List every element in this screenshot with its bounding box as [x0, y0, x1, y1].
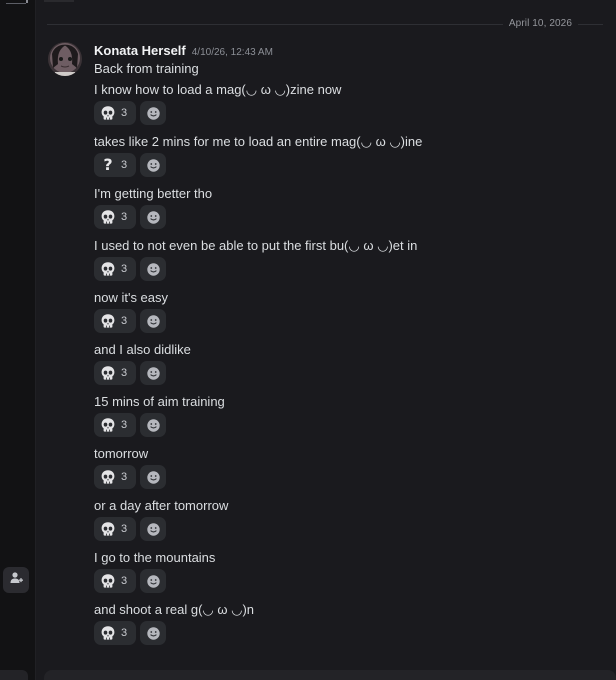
message-line: or a day after tomorrow: [94, 498, 229, 513]
question-icon: ?: [103, 155, 113, 174]
reaction-row: 3: [94, 465, 166, 489]
add-reaction-icon: [145, 469, 161, 485]
reaction-count: 3: [121, 419, 128, 431]
message-input-bar[interactable]: [44, 670, 616, 680]
reaction-row: 3: [94, 257, 166, 281]
reaction-button[interactable]: 3: [94, 309, 136, 333]
add-reaction-button[interactable]: [140, 621, 166, 645]
reaction-row: 3: [94, 569, 166, 593]
message-line: I used to not even be able to put the fi…: [94, 238, 418, 253]
date-divider-label: April 10, 2026: [502, 18, 578, 29]
chat-window: April 10, 2026 Konata Herself 4/10/26, 1…: [0, 0, 616, 680]
add-reaction-button[interactable]: [140, 153, 166, 177]
skull-icon: [100, 469, 116, 485]
add-reaction-icon: [145, 573, 161, 589]
reaction-count: 3: [121, 523, 128, 535]
skull-icon: [100, 313, 116, 329]
reaction-row: 3: [94, 621, 166, 645]
add-reaction-button[interactable]: [140, 257, 166, 281]
reaction-count: 3: [121, 211, 128, 223]
reaction-button[interactable]: 3: [94, 413, 136, 437]
reaction-button[interactable]: 3: [94, 569, 136, 593]
top-edge-fragment: [44, 0, 74, 2]
message-line: takes like 2 mins for me to load an enti…: [94, 134, 423, 149]
add-reaction-button[interactable]: [140, 361, 166, 385]
reaction-button[interactable]: ? 3: [94, 153, 136, 177]
reaction-count: 3: [121, 627, 128, 639]
skull-icon: [100, 625, 116, 641]
add-reaction-icon: [145, 417, 161, 433]
message-line: 15 mins of aim training: [94, 394, 225, 409]
message-line: now it's easy: [94, 290, 169, 305]
reaction-row: 3: [94, 361, 166, 385]
rail-bottom-control: [0, 670, 28, 680]
add-reaction-icon: [145, 313, 161, 329]
add-reaction-icon: [145, 157, 161, 173]
message-line: tomorrow: [94, 446, 149, 461]
reaction-button[interactable]: 3: [94, 361, 136, 385]
add-reaction-button[interactable]: [140, 569, 166, 593]
add-reaction-icon: [145, 261, 161, 277]
add-reaction-icon: [145, 625, 161, 641]
message-line: I'm getting better tho: [94, 186, 213, 201]
reaction-row: 3: [94, 205, 166, 229]
reaction-count: 3: [121, 367, 128, 379]
add-reaction-icon: [145, 521, 161, 537]
add-reaction-icon: [145, 209, 161, 225]
add-friend-icon: [9, 571, 23, 590]
skull-icon: [100, 417, 116, 433]
add-reaction-button[interactable]: [140, 101, 166, 125]
add-reaction-button[interactable]: [140, 517, 166, 541]
message-line: I know how to load a mag(◡ ω ◡)zine now: [94, 82, 342, 97]
reaction-row: 3: [94, 413, 166, 437]
left-rail: [0, 0, 36, 680]
message-line: and shoot a real g(◡ ω ◡)n: [94, 602, 255, 617]
reaction-row: 3: [94, 517, 166, 541]
reaction-count: 3: [121, 575, 128, 587]
reaction-count: 3: [121, 159, 128, 171]
add-reaction-button[interactable]: [140, 309, 166, 333]
reaction-row: 3: [94, 101, 166, 125]
skull-icon: [100, 105, 116, 121]
skull-icon: [100, 365, 116, 381]
reaction-button[interactable]: 3: [94, 101, 136, 125]
reaction-count: 3: [121, 471, 128, 483]
add-reaction-button[interactable]: [140, 205, 166, 229]
author-name[interactable]: Konata Herself: [94, 43, 186, 58]
reaction-button[interactable]: 3: [94, 205, 136, 229]
add-reaction-button[interactable]: [140, 465, 166, 489]
reaction-row: ? 3: [94, 153, 166, 177]
reaction-button[interactable]: 3: [94, 621, 136, 645]
reaction-button[interactable]: 3: [94, 517, 136, 541]
reaction-count: 3: [121, 107, 128, 119]
skull-icon: [100, 573, 116, 589]
message-line: Back from training: [94, 61, 199, 76]
skull-icon: [100, 261, 116, 277]
skull-icon: [100, 209, 116, 225]
reaction-button[interactable]: 3: [94, 257, 136, 281]
skull-icon: [100, 521, 116, 537]
avatar[interactable]: [48, 42, 82, 76]
add-reaction-icon: [145, 365, 161, 381]
message-header: Konata Herself 4/10/26, 12:43 AM: [94, 43, 273, 58]
message-timestamp: 4/10/26, 12:43 AM: [191, 47, 273, 58]
message-line: I go to the mountains: [94, 550, 216, 565]
rail-top-fragment: [6, 0, 28, 4]
reaction-count: 3: [121, 263, 128, 275]
add-reaction-button[interactable]: [140, 413, 166, 437]
reaction-count: 3: [121, 315, 128, 327]
reaction-button[interactable]: 3: [94, 465, 136, 489]
reaction-row: 3: [94, 309, 166, 333]
add-friend-button[interactable]: [3, 567, 29, 593]
message-line: and I also didlike: [94, 342, 191, 357]
add-reaction-icon: [145, 105, 161, 121]
